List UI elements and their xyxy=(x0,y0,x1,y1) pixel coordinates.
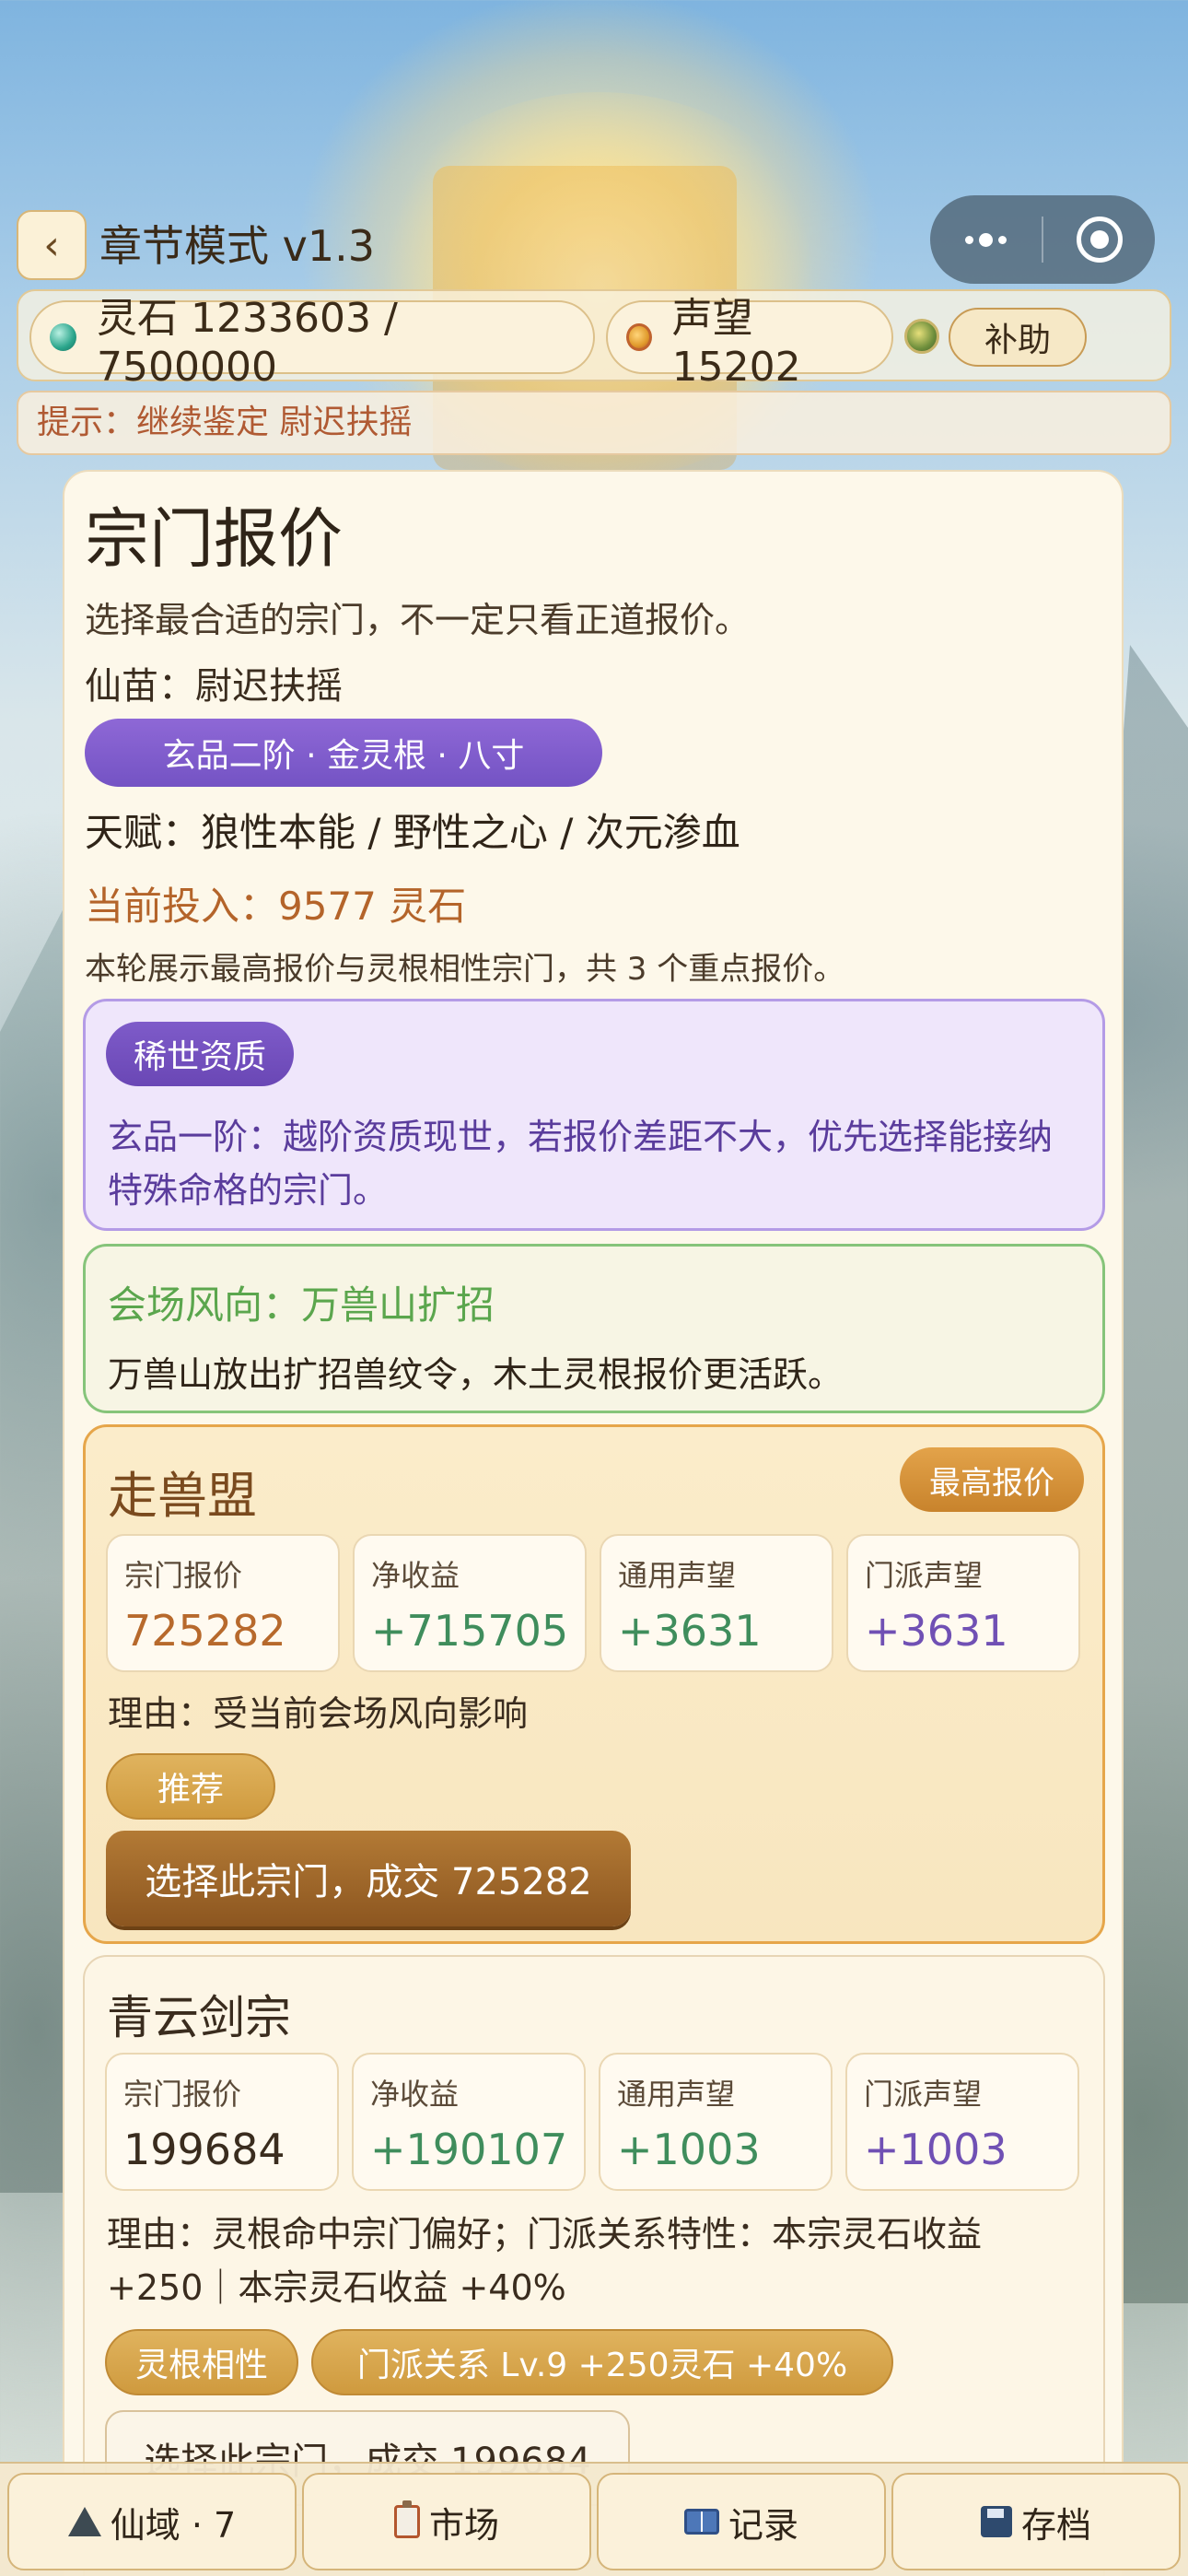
chevron-left-icon: ‹ xyxy=(43,221,60,269)
stat-value: +715705 xyxy=(371,1606,569,1656)
offer-reason-line: 理由：灵根命中宗门偏好；门派关系特性：本宗灵石收益 xyxy=(107,2214,983,2254)
offer-reason-line: +250｜本宗灵石收益 +40% xyxy=(107,2267,566,2308)
stat-label: 宗门报价 xyxy=(124,1558,243,1593)
back-button[interactable]: ‹ xyxy=(17,210,87,280)
nav-realm-button[interactable]: 仙域 · 7 xyxy=(7,2473,297,2570)
stat-value: +3631 xyxy=(618,1606,762,1656)
stat-offer: 宗门报价 199684 xyxy=(105,2053,339,2191)
stat-value: +1003 xyxy=(617,2125,761,2174)
stat-label: 通用声望 xyxy=(618,1558,737,1593)
stat-general-reputation: 通用声望 +3631 xyxy=(600,1534,833,1672)
spirit-stone-pill: 灵石 1233603 / 7500000 xyxy=(29,295,595,391)
disk-icon xyxy=(980,2506,1012,2537)
sect-name: 青云剑宗 xyxy=(107,1991,291,2044)
sect-offer-card: 走兽盟 最高报价 宗门报价 725282 净收益 +715705 通用声望 +3… xyxy=(83,1424,1105,1944)
bottom-nav: 仙域 · 7 市场 记录 存档 xyxy=(0,2462,1188,2576)
stat-label: 通用声望 xyxy=(617,2077,736,2112)
rare-description: 玄品一阶：越阶资质现世，若报价差距不大，优先选择能接纳特殊命格的宗门。 xyxy=(108,1117,1054,1211)
close-miniprogram-button[interactable] xyxy=(1043,195,1155,284)
sect-relation-tag: 门派关系 Lv.9 +250灵石 +40% xyxy=(311,2329,893,2395)
sect-name: 走兽盟 xyxy=(108,1467,257,1525)
stat-label: 宗门报价 xyxy=(123,2077,242,2112)
sect-emblem-icon xyxy=(904,319,939,354)
reputation-text: 声望 15202 xyxy=(671,294,801,391)
stat-value: +1003 xyxy=(864,2125,1007,2174)
nav-label: 存档 xyxy=(1020,2504,1091,2546)
spirit-stone-icon xyxy=(50,323,77,351)
hint-banner: 提示：继续鉴定 尉迟扶摇 xyxy=(17,391,1171,455)
stat-label: 门派声望 xyxy=(865,1558,984,1593)
resource-bar: 灵石 1233603 / 7500000 声望 15202 补助 xyxy=(17,289,1171,391)
nav-label: 仙域 · 7 xyxy=(110,2504,237,2546)
recommend-tag: 推荐 xyxy=(106,1753,275,1820)
market-trend-card: 会场风向：万兽山扩招 万兽山放出扩招兽纹令，木土灵根报价更活跃。 xyxy=(83,1244,1105,1413)
more-dots-icon xyxy=(965,232,1007,247)
offer-note: 本轮展示最高报价与灵根相性宗门，共 3 个重点报价。 xyxy=(85,951,845,988)
stat-value: 725282 xyxy=(124,1606,286,1656)
root-affinity-tag: 灵根相性 xyxy=(105,2329,298,2395)
nav-label: 记录 xyxy=(728,2504,798,2546)
stat-net-profit: 净收益 +715705 xyxy=(353,1534,587,1672)
stat-general-reputation: 通用声望 +1003 xyxy=(599,2053,833,2191)
nav-market-button[interactable]: 市场 xyxy=(302,2473,591,2570)
talent-line: 天赋：狼性本能 / 野性之心 / 次元渗血 xyxy=(85,810,740,855)
stat-net-profit: 净收益 +190107 xyxy=(352,2053,586,2191)
nav-label: 市场 xyxy=(428,2504,499,2546)
spirit-stone-text: 灵石 1233603 / 7500000 xyxy=(97,294,398,391)
assist-button[interactable]: 补助 xyxy=(949,308,1087,367)
stat-label: 门派声望 xyxy=(864,2077,983,2112)
market-trend-text: 万兽山放出扩招兽纹令，木土灵根报价更活跃。 xyxy=(108,1354,844,1395)
book-icon xyxy=(683,2509,719,2535)
market-trend-title: 会场风向：万兽山扩招 xyxy=(108,1282,495,1328)
nav-records-button[interactable]: 记录 xyxy=(597,2473,886,2570)
highest-offer-badge: 最高报价 xyxy=(900,1447,1084,1512)
clipboard-icon xyxy=(393,2500,420,2538)
more-menu-button[interactable] xyxy=(930,195,1042,284)
current-investment: 当前投入：9577 灵石 xyxy=(85,884,467,929)
stat-offer: 宗门报价 725282 xyxy=(106,1534,340,1672)
mini-program-capsule xyxy=(930,195,1155,284)
rare-talent-card: 稀世资质 玄品一阶：越阶资质现世，若报价差距不大，优先选择能接纳特殊命格的宗门。 xyxy=(83,999,1105,1231)
choose-sect-button[interactable]: 选择此宗门，成交 725282 xyxy=(106,1831,631,1926)
page-title: 章节模式 v1.3 xyxy=(99,221,375,271)
offer-reason: 理由：受当前会场风向影响 xyxy=(108,1693,529,1734)
panel-subtitle: 选择最合适的宗门，不一定只看正道报价。 xyxy=(85,600,751,640)
rare-badge: 稀世资质 xyxy=(106,1022,295,1086)
stat-value: +190107 xyxy=(370,2125,568,2174)
stat-sect-reputation: 门派声望 +3631 xyxy=(846,1534,1080,1672)
grade-badge: 玄品二阶 · 金灵根 · 八寸 xyxy=(85,719,602,787)
mountain-icon xyxy=(67,2507,101,2536)
stat-label: 净收益 xyxy=(370,2077,460,2112)
stat-value: +3631 xyxy=(865,1606,1008,1656)
medal-icon xyxy=(626,323,652,351)
stat-sect-reputation: 门派声望 +1003 xyxy=(845,2053,1079,2191)
nav-save-button[interactable]: 存档 xyxy=(891,2473,1181,2570)
target-icon xyxy=(1076,217,1123,263)
panel-title: 宗门报价 xyxy=(85,501,343,577)
reputation-pill: 声望 15202 xyxy=(606,295,893,391)
stat-label: 净收益 xyxy=(371,1558,460,1593)
seedling-name: 仙苗：尉迟扶摇 xyxy=(85,665,343,708)
stat-value: 199684 xyxy=(123,2125,285,2174)
